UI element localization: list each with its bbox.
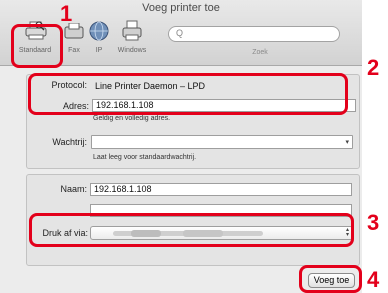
driver-label: Druk af via: [42, 228, 88, 238]
callout-1: 1 [60, 1, 73, 26]
toolbar-item-label: Windows [117, 47, 147, 54]
address-field[interactable]: 192.168.1.108 [92, 99, 356, 112]
globe-icon [89, 21, 109, 41]
toolbar-item-ip[interactable]: IP [88, 18, 110, 58]
queue-combobox[interactable]: ▾ [91, 135, 353, 149]
name-field[interactable]: 192.168.1.108 [90, 183, 352, 196]
callout-4: 4 [367, 267, 380, 292]
printer-magnifier-icon [25, 21, 47, 40]
toolbar-item-standaard[interactable]: Standaard [15, 18, 55, 58]
toolbar: Voeg printer toe Standaard Fax IP Window… [0, 0, 362, 66]
blurred-driver-name [113, 230, 263, 237]
name-label: Naam: [60, 184, 87, 194]
toolbar-item-label: Standaard [18, 47, 52, 54]
queue-hint: Laat leeg voor standaardwachtrij. [93, 154, 197, 161]
protocol-select[interactable]: Line Printer Daemon – LPD [90, 79, 352, 93]
callout-2: 2 [367, 55, 380, 80]
address-hint: Geldig en volledig adres. [93, 115, 171, 122]
toolbar-item-label: Fax [68, 47, 80, 54]
add-button[interactable]: Voeg toe [308, 273, 355, 288]
updown-arrows-icon: ▴ ▾ [345, 227, 349, 238]
driver-select[interactable]: ▴ ▾ [90, 226, 353, 240]
queue-label: Wachtrij: [52, 137, 87, 147]
search-icon: Q [176, 28, 184, 38]
search-input[interactable]: Q [168, 26, 340, 42]
window-title: Voeg printer toe [142, 2, 220, 14]
search-label: Zoek [252, 49, 268, 56]
toolbar-item-label: IP [95, 47, 103, 54]
add-printer-window: Voeg printer toe Standaard Fax IP Window… [0, 0, 362, 293]
connection-panel: Protocol: Line Printer Daemon – LPD Adre… [26, 74, 360, 169]
protocol-label: Protocol: [51, 80, 87, 90]
printer-icon [122, 20, 142, 41]
callout-3: 3 [367, 210, 380, 235]
details-panel: Naam: 192.168.1.108 Druk af via: ▴ ▾ [26, 174, 360, 266]
chevron-down-icon: ▾ [345, 139, 349, 146]
location-field[interactable] [90, 204, 352, 217]
address-label: Adres: [62, 101, 89, 111]
toolbar-item-windows[interactable]: Windows [116, 18, 148, 58]
protocol-value: Line Printer Daemon – LPD [95, 81, 206, 91]
